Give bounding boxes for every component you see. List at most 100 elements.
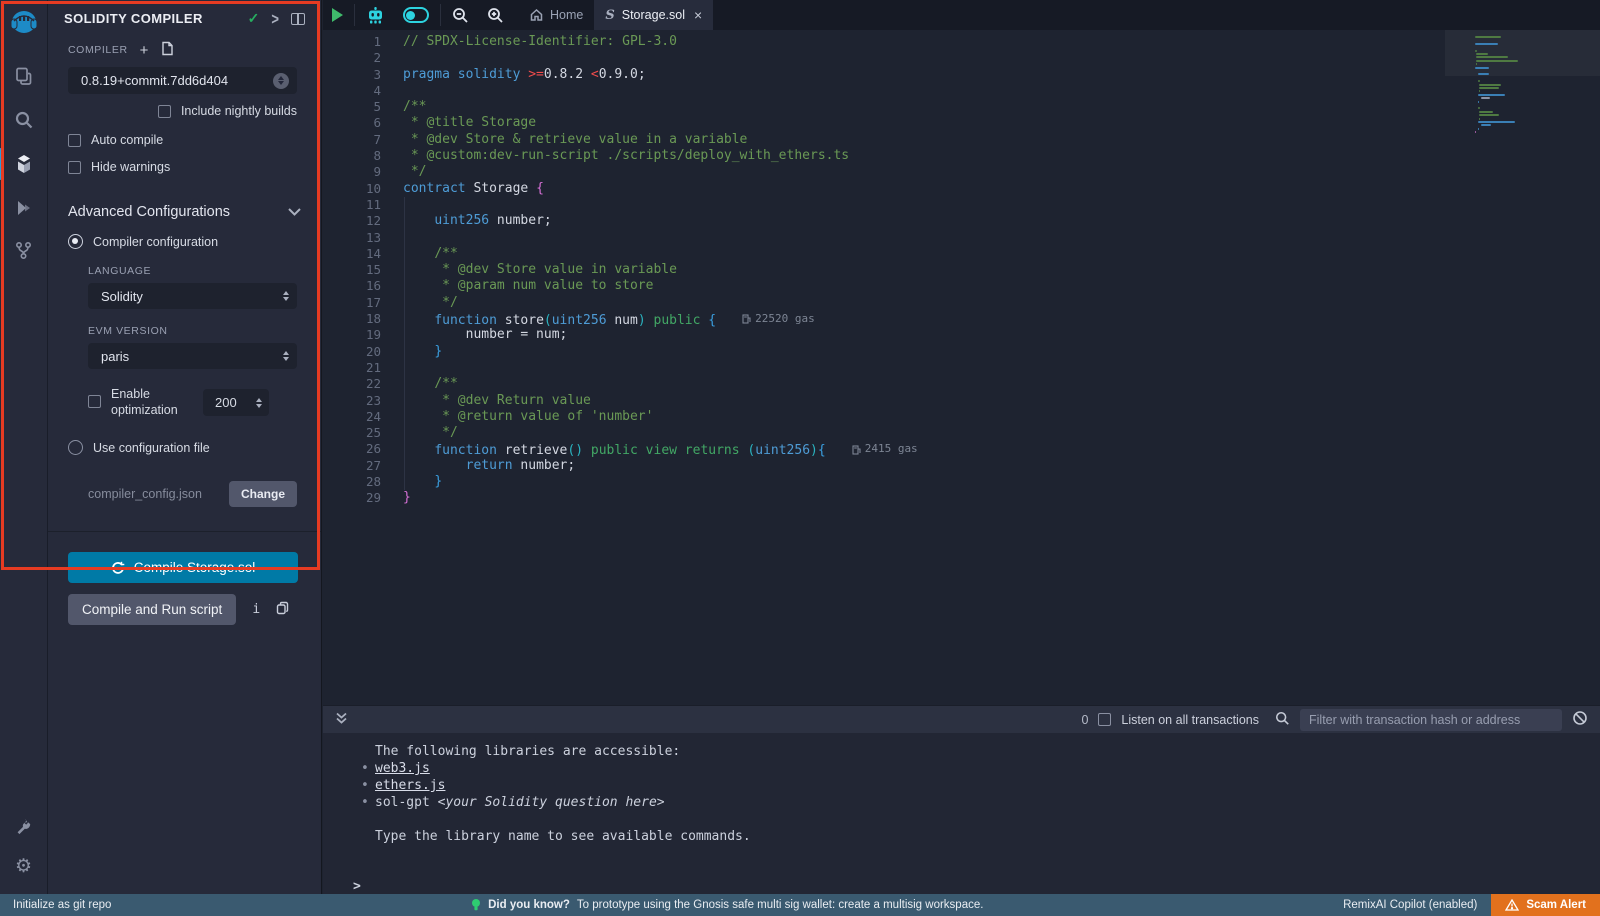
copilot-status[interactable]: RemixAI Copilot (enabled) [1343, 899, 1477, 911]
code-line: contract Storage { [403, 181, 1440, 197]
evm-version-label: EVM VERSION [88, 325, 321, 337]
code-line: function retrieve() public view returns … [403, 441, 1440, 457]
gas-pump-icon [852, 445, 861, 455]
code-line: */ [403, 295, 1440, 311]
ai-copilot-robot-icon[interactable] [357, 0, 394, 30]
git-init-status[interactable]: Initialize as git repo [13, 899, 111, 911]
compile-and-run-button[interactable]: Compile and Run script [68, 594, 236, 625]
gas-pump-icon [742, 314, 751, 324]
code-line: /** [403, 376, 1440, 392]
terminal-prompt[interactable]: > [353, 879, 1600, 894]
zoom-in-button[interactable] [478, 0, 513, 30]
play-icon [332, 8, 343, 22]
chevron-down-icon [288, 208, 301, 216]
code-line: // SPDX-License-Identifier: GPL-3.0 [403, 34, 1440, 50]
solidity-compiler-icon[interactable] [0, 144, 48, 184]
terminal-output[interactable]: The following libraries are accessible:•… [323, 733, 1600, 894]
did-you-know-text: To prototype using the Gnosis safe multi… [577, 899, 984, 911]
config-file-name: compiler_config.json [88, 487, 229, 501]
add-compiler-icon[interactable]: + [140, 43, 149, 58]
warning-triangle-icon [1505, 899, 1519, 911]
gas-estimate-annotation: 22520 gas [742, 311, 815, 327]
settings-gear-icon[interactable]: ⚙ [0, 846, 48, 886]
solidity-compiler-panel: SOLIDITY COMPILER ✓ > COMPILER + 0.8.19+… [48, 0, 322, 894]
version-stepper-icon [273, 73, 289, 89]
minimap[interactable] [1445, 30, 1600, 705]
toggle-on-icon [403, 7, 429, 23]
terminal-link[interactable]: ethers.js [375, 778, 445, 793]
code-line: function store(uint256 num) public {2252… [403, 311, 1440, 327]
git-icon[interactable] [0, 230, 48, 270]
listen-all-transactions-label: Listen on all transactions [1121, 713, 1259, 727]
editor-tabbar: HomeSStorage.sol× [323, 0, 1600, 30]
clear-console-icon[interactable] [1572, 710, 1588, 729]
minimap-slider[interactable] [1445, 30, 1600, 76]
home-icon [530, 9, 543, 21]
plugin-manager-icon[interactable] [0, 806, 48, 846]
code-line: * @custom:dev-run-script ./scripts/deplo… [403, 148, 1440, 164]
did-you-know-title: Did you know? [488, 899, 570, 911]
auto-compile-checkbox[interactable] [68, 134, 81, 147]
remix-logo-icon[interactable] [0, 4, 48, 48]
code-line [403, 360, 1440, 376]
compiler-version-select[interactable]: 0.8.19+commit.7dd6d404 [68, 67, 297, 94]
terminal-line: •web3.js [375, 760, 1600, 777]
copilot-toggle[interactable] [394, 0, 438, 30]
listen-all-transactions-checkbox[interactable] [1098, 713, 1111, 726]
code-line: * @dev Return value [403, 393, 1440, 409]
zoom-out-button[interactable] [443, 0, 478, 30]
code-line: * @return value of 'number' [403, 409, 1440, 425]
solidity-file-icon: S [605, 8, 614, 23]
line-numbers-gutter: 1234567891011121314151617181920212223242… [323, 34, 381, 507]
include-nightly-checkbox[interactable] [158, 105, 171, 118]
collapse-terminal-icon[interactable] [335, 711, 348, 728]
hide-warnings-checkbox[interactable] [68, 161, 81, 174]
terminal-link[interactable]: web3.js [375, 761, 430, 776]
compile-success-check-icon: ✓ [248, 10, 260, 27]
status-bar: Initialize as git repo Did you know? To … [0, 894, 1600, 916]
change-config-button[interactable]: Change [229, 481, 297, 507]
pin-panel-icon[interactable]: > [271, 9, 279, 29]
transaction-filter-input[interactable] [1300, 709, 1562, 731]
tab-home[interactable]: Home [519, 0, 594, 30]
tab-storage-sol[interactable]: SStorage.sol× [594, 0, 713, 30]
file-explorer-icon[interactable] [0, 56, 48, 96]
info-icon[interactable]: i [252, 602, 260, 617]
run-script-button[interactable] [323, 0, 352, 30]
scam-alert-button[interactable]: Scam Alert [1491, 894, 1600, 916]
code-line: return number; [403, 458, 1440, 474]
enable-optimization-label: Enable optimization [111, 387, 203, 418]
enable-optimization-checkbox[interactable] [88, 395, 101, 408]
search-icon[interactable] [0, 100, 48, 140]
optimization-runs-input[interactable]: 200 [203, 389, 269, 416]
code-line [403, 197, 1440, 213]
terminal-toolbar: 0 Listen on all transactions [323, 705, 1600, 733]
compiler-configuration-radio[interactable]: Compiler configuration [68, 234, 305, 249]
split-view-icon[interactable] [291, 13, 305, 25]
select-stepper-icon [283, 351, 289, 361]
select-stepper-icon [283, 291, 289, 301]
language-select[interactable]: Solidity [88, 283, 297, 309]
open-file-icon[interactable] [160, 41, 174, 59]
evm-version-select[interactable]: paris [88, 343, 297, 369]
gas-estimate-annotation: 2415 gas [852, 441, 918, 457]
code-line: } [403, 490, 1440, 506]
transaction-count-badge: 0 [1081, 713, 1088, 727]
code-editor[interactable]: 1234567891011121314151617181920212223242… [323, 30, 1600, 705]
deploy-run-icon[interactable] [0, 188, 48, 228]
compile-button[interactable]: Compile Storage.sol [68, 552, 298, 583]
close-tab-icon[interactable]: × [694, 7, 702, 23]
copy-icon[interactable] [276, 601, 289, 618]
code-line: number = num; [403, 327, 1440, 343]
use-config-file-radio[interactable]: Use configuration file [68, 440, 305, 455]
compiler-section-label: COMPILER [68, 44, 128, 56]
code-line: * @dev Store & retrieve value in a varia… [403, 132, 1440, 148]
terminal-line [353, 811, 1600, 828]
code-line: /** [403, 246, 1440, 262]
advanced-configurations-toggle[interactable]: Advanced Configurations [68, 204, 301, 220]
terminal-search-icon [1275, 711, 1290, 729]
refresh-icon [111, 561, 125, 575]
code-line: */ [403, 164, 1440, 180]
remix-ide-window: ⚙ SOLIDITY COMPILER ✓ > COMPILER + 0.8.1… [0, 0, 1600, 916]
code-line: } [403, 474, 1440, 490]
